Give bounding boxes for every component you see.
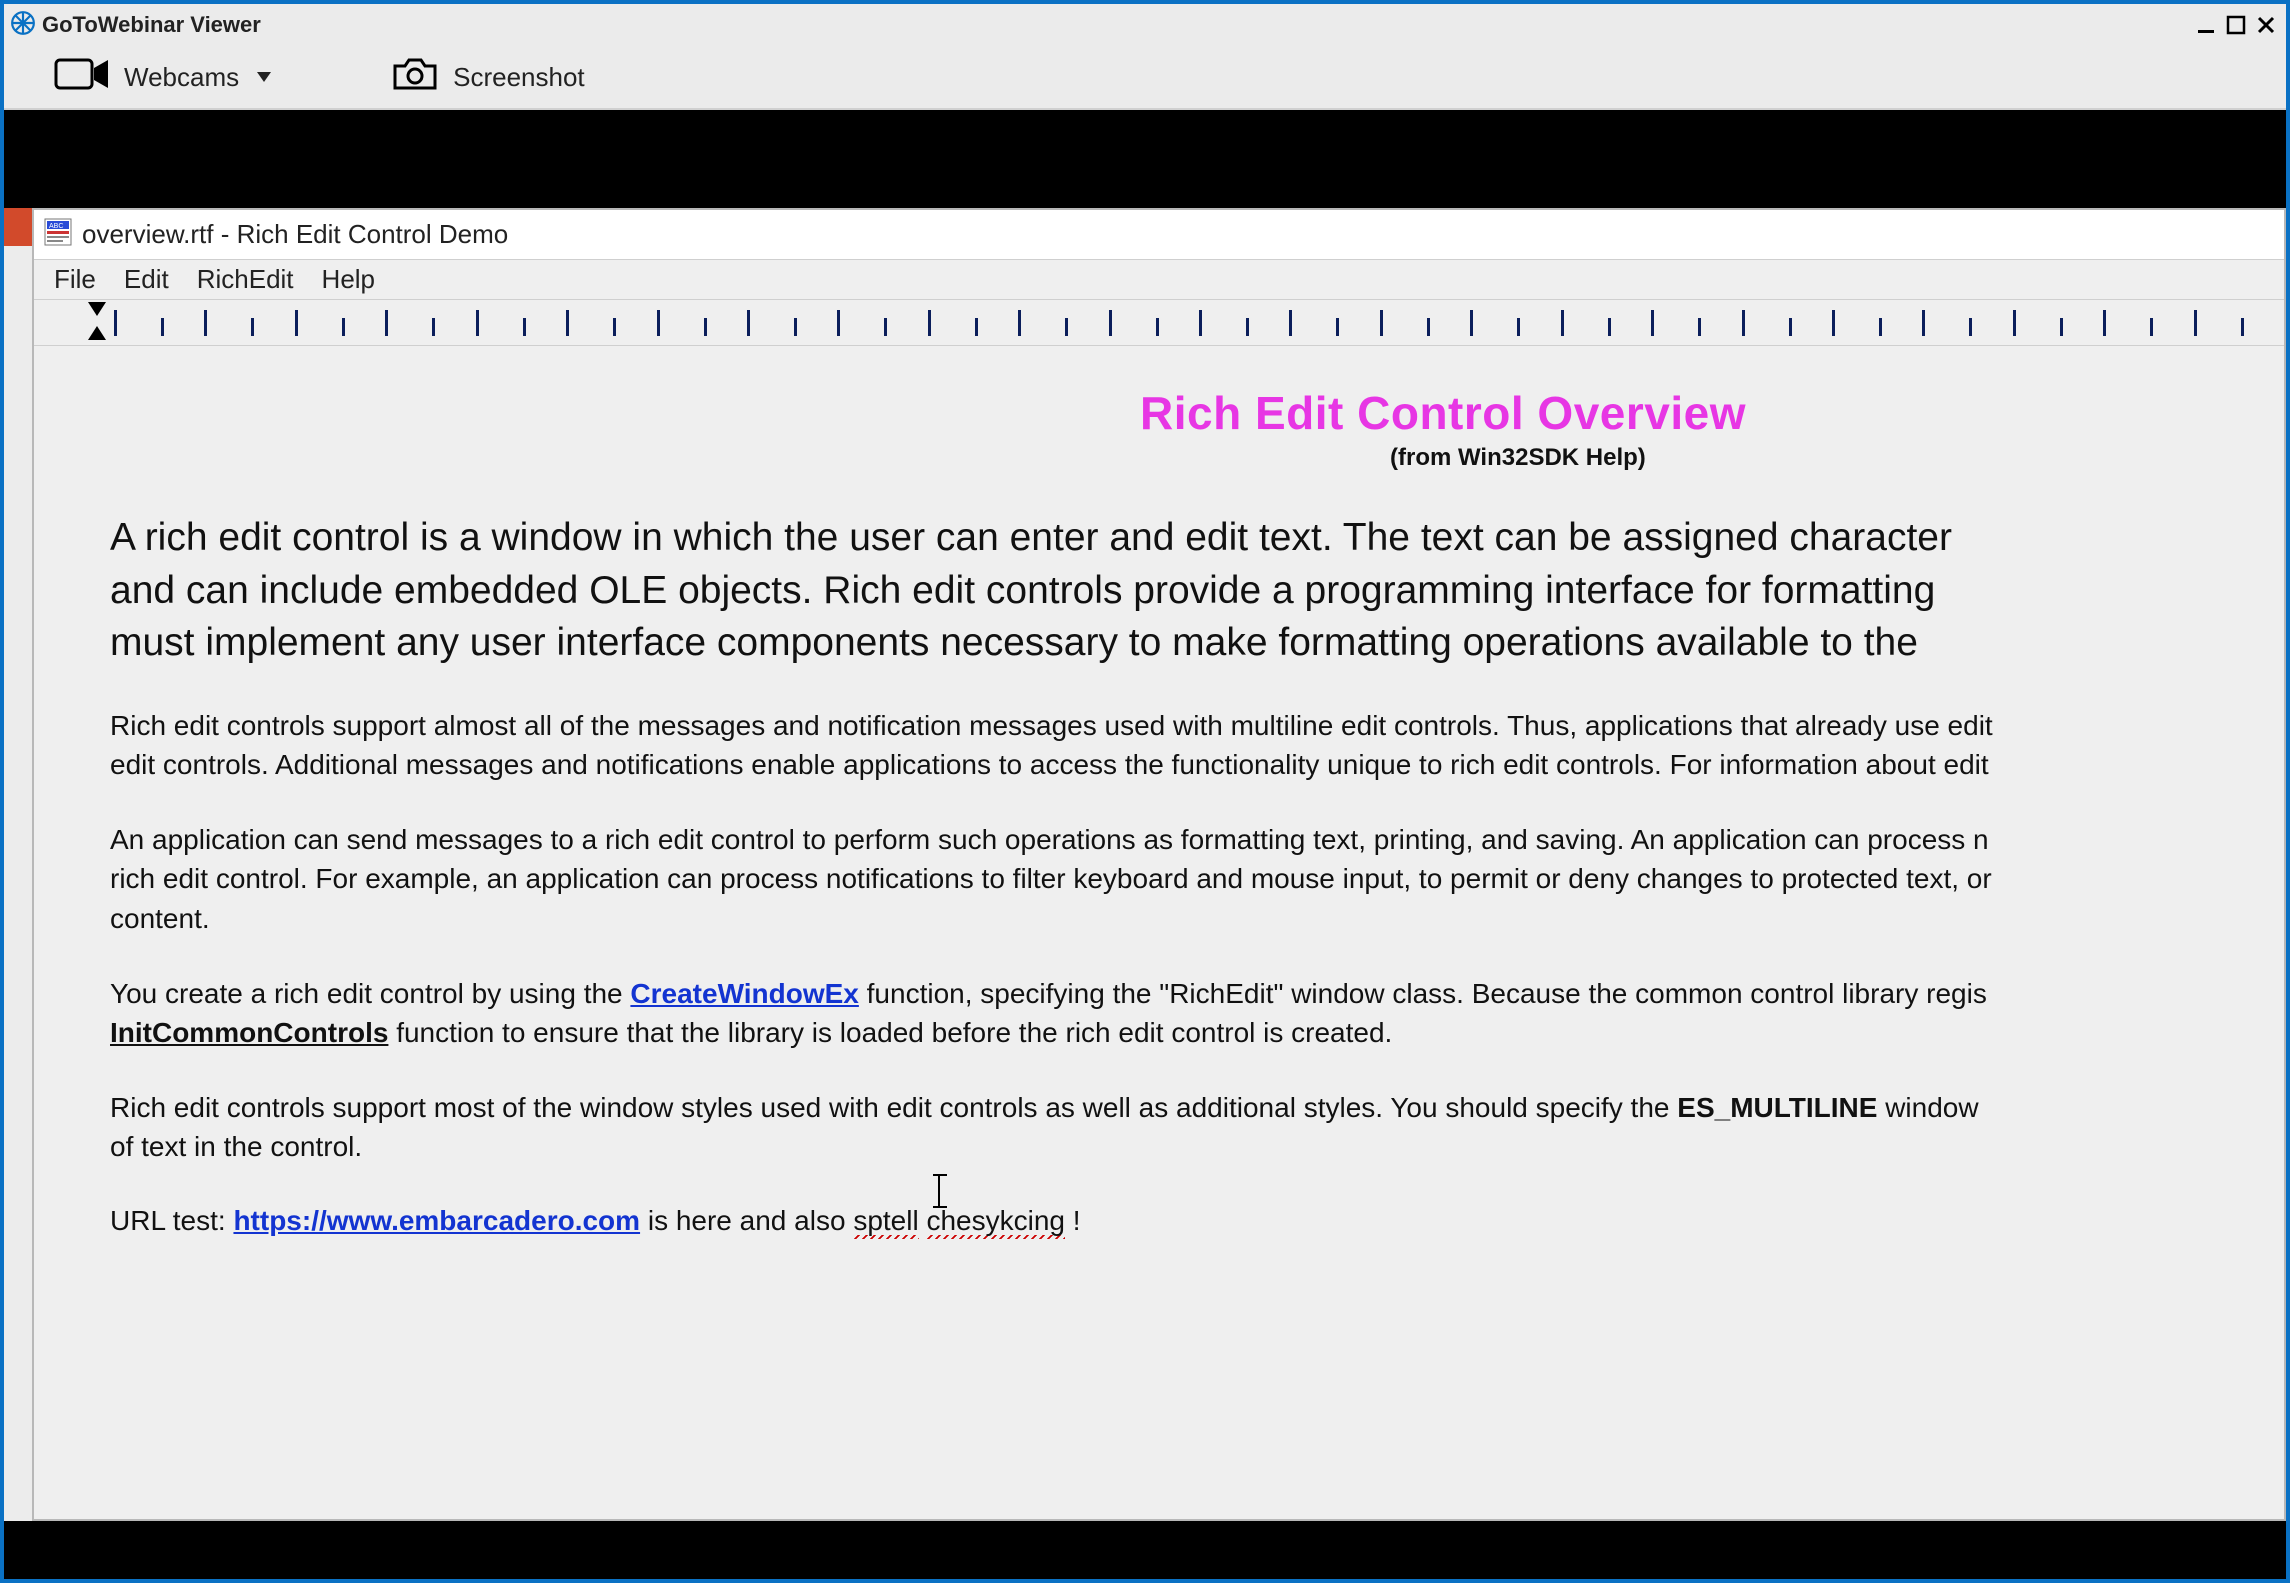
ruler[interactable]: [34, 300, 2284, 346]
close-button[interactable]: [2252, 11, 2280, 39]
gtw-titlebar: GoToWebinar Viewer: [4, 4, 2286, 46]
document-editor[interactable]: Rich Edit Control Overview (from Win32SD…: [34, 346, 2284, 1519]
doc-paragraph-6[interactable]: URL test: https://www.embarcadero.com is…: [110, 1201, 2284, 1240]
initcommoncontrols-ref[interactable]: InitCommonControls: [110, 1017, 388, 1048]
letterbox-bottom: [4, 1521, 2286, 1579]
doc-title[interactable]: Rich Edit Control Overview: [1140, 386, 2284, 440]
doc-subtitle[interactable]: (from Win32SDK Help): [1390, 444, 2284, 472]
left-indent-marker[interactable]: [88, 326, 106, 340]
doc-paragraph-3[interactable]: An application can send messages to a ri…: [110, 820, 2284, 938]
letterbox-top: [4, 110, 2286, 208]
webcam-icon: [54, 56, 110, 99]
maximize-button[interactable]: [2222, 11, 2250, 39]
gotowebinar-viewer-window: GoToWebinar Viewer Webcams: [0, 0, 2290, 1583]
doc-intro-paragraph[interactable]: A rich edit control is a window in which…: [110, 512, 2284, 670]
richedit-app-icon: ABC: [44, 218, 72, 251]
webcams-button[interactable]: Webcams: [54, 56, 271, 99]
menu-file[interactable]: File: [44, 262, 106, 297]
menu-edit[interactable]: Edit: [114, 262, 179, 297]
inner-window-title: overview.rtf - Rich Edit Control Demo: [82, 219, 508, 250]
menu-help[interactable]: Help: [312, 262, 385, 297]
doc-paragraph-4[interactable]: You create a rich edit control by using …: [110, 974, 2284, 1052]
gtw-app-icon: [10, 10, 36, 41]
ruler-ticks: [114, 310, 2284, 336]
inner-menubar: File Edit RichEdit Help: [34, 260, 2284, 300]
gtw-toolbar: Webcams Screenshot: [4, 46, 2286, 110]
screenshot-label: Screenshot: [453, 62, 585, 93]
gtw-window-title: GoToWebinar Viewer: [42, 12, 261, 38]
menu-richedit[interactable]: RichEdit: [187, 262, 304, 297]
doc-paragraph-2[interactable]: Rich edit controls support almost all of…: [110, 706, 2284, 784]
first-line-indent-marker[interactable]: [88, 302, 106, 316]
screenshot-button[interactable]: Screenshot: [391, 56, 585, 99]
doc-paragraph-5[interactable]: Rich edit controls support most of the w…: [110, 1088, 2284, 1166]
richedit-demo-window: ABC overview.rtf - Rich Edit Control Dem…: [32, 208, 2286, 1521]
misspelling-1[interactable]: sptell: [853, 1205, 918, 1239]
webcams-label: Webcams: [124, 62, 239, 93]
createwindowex-link[interactable]: CreateWindowEx: [630, 978, 858, 1009]
embarcadero-link[interactable]: https://www.embarcadero.com: [233, 1205, 640, 1236]
chevron-down-icon: [257, 72, 271, 82]
text-caret: [938, 1174, 940, 1208]
minimize-button[interactable]: [2192, 11, 2220, 39]
svg-text:ABC: ABC: [49, 223, 63, 230]
camera-icon: [391, 56, 439, 99]
inner-titlebar: ABC overview.rtf - Rich Edit Control Dem…: [34, 210, 2284, 260]
misspelling-2[interactable]: chesykcing: [926, 1205, 1065, 1239]
shared-screen-region: ABC overview.rtf - Rich Edit Control Dem…: [4, 208, 2286, 1521]
es-multiline-const: ES_MULTILINE: [1677, 1092, 1877, 1123]
